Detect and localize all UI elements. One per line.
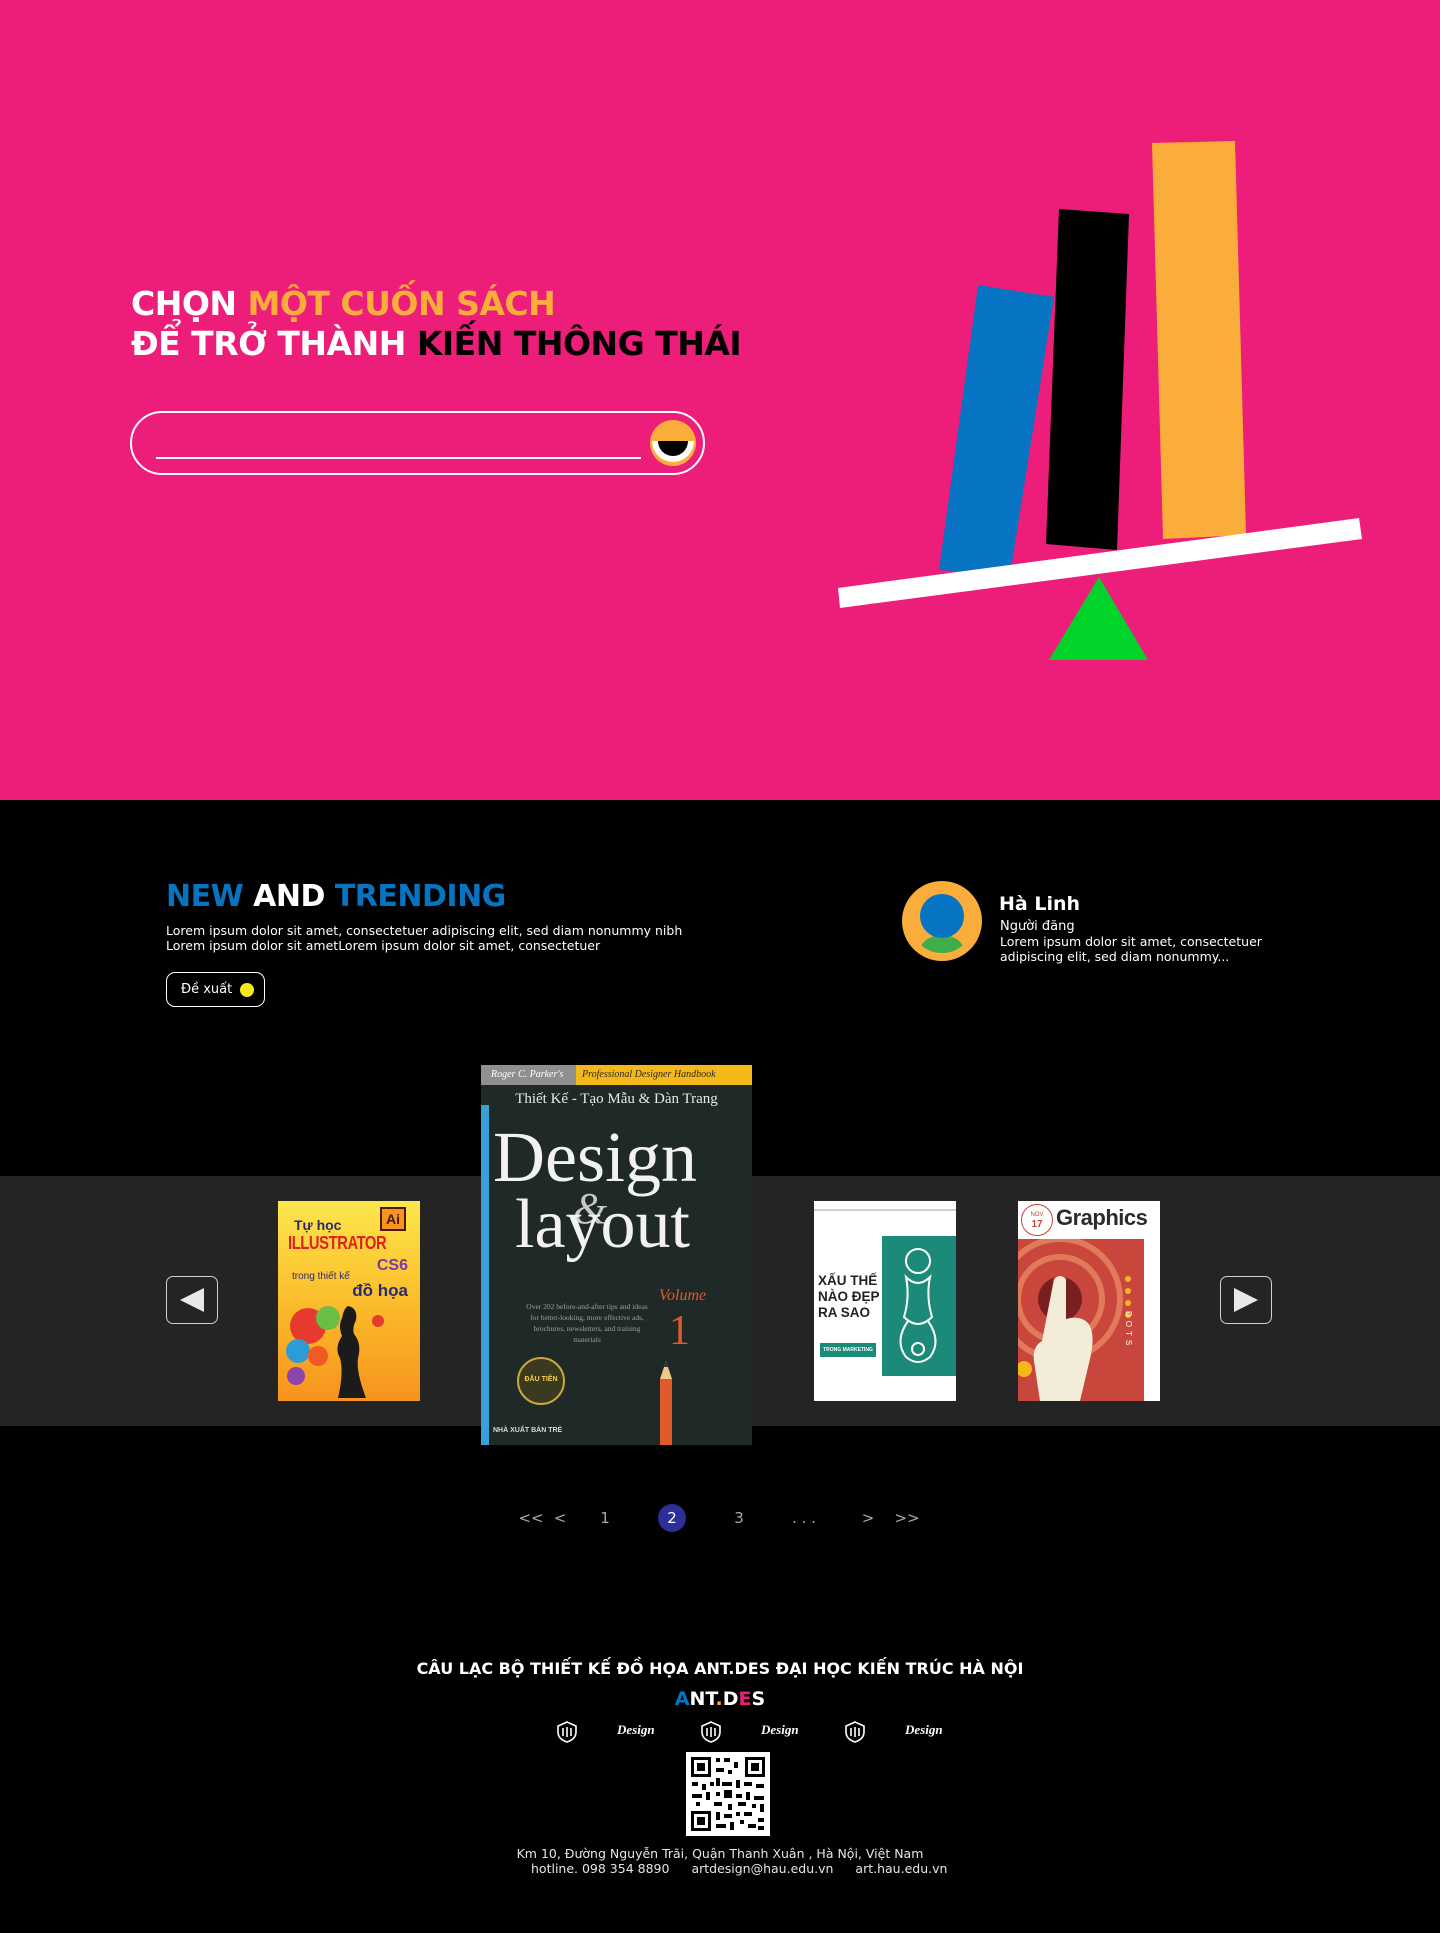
poster-name[interactable]: Hà Linh <box>999 893 1080 915</box>
pagination-page-3[interactable]: 3 <box>730 1504 748 1532</box>
book-cover-xau-the-nao[interactable]: XẤU THẾ NÀO ĐẸP RA SAO TRONG MARKETING <box>814 1201 956 1401</box>
logo-letter: NT <box>689 1688 716 1710</box>
footer-hotline[interactable]: hotline. 098 354 8890 <box>531 1861 669 1876</box>
book-volume-number: 1 <box>669 1308 690 1354</box>
description-line: Lorem ipsum dolor sit amet, consectetuer… <box>166 923 683 938</box>
pagination-first[interactable]: << <box>518 1504 543 1532</box>
book-series: Professional Designer Handbook <box>576 1065 752 1085</box>
book-cover-design-layout[interactable]: Roger C. Parker's Professional Designer … <box>481 1065 752 1445</box>
carousel-prev-button[interactable] <box>166 1276 218 1324</box>
book-text: Tự học <box>294 1217 342 1233</box>
woman-silhouette-illustration <box>286 1306 384 1398</box>
title-word-new: NEW <box>166 879 244 914</box>
triangle-left-icon <box>180 1288 204 1312</box>
logo-letter: E <box>738 1688 752 1710</box>
headline-part: ĐỂ TRỞ THÀNH <box>131 324 406 363</box>
university-emblem-icon <box>557 1721 577 1743</box>
logo-letter: D <box>722 1688 739 1710</box>
design-logo-icon: Design <box>905 1722 943 1737</box>
book-spine-stripe <box>481 1105 489 1445</box>
trending-title: NEW AND TRENDING <box>166 879 506 914</box>
pagination-page-1[interactable]: 1 <box>596 1504 614 1532</box>
book-volume-label: Volume <box>659 1287 707 1304</box>
footer-contacts: hotline. 098 354 8890 artdesign@hau.edu.… <box>531 1861 965 1876</box>
design-logo-icon: Design <box>761 1722 799 1737</box>
partner-logos: Design Design Design <box>555 1720 955 1746</box>
pagination-prev[interactable]: < <box>552 1504 568 1532</box>
poster-avatar[interactable] <box>902 881 982 961</box>
book-header-rule <box>814 1209 956 1211</box>
footer-email[interactable]: artdesign@hau.edu.vn <box>691 1861 833 1876</box>
fulcrum-triangle-shape <box>1049 577 1148 660</box>
search-bar <box>130 411 705 475</box>
search-underline <box>156 457 641 459</box>
book-title: XẤU THẾ NÀO ĐẸP RA SAO <box>818 1273 880 1320</box>
suggest-button[interactable]: Đề xuất <box>166 972 265 1007</box>
book-text: CS6 <box>376 1257 408 1274</box>
headline-part: CHỌN <box>131 284 237 323</box>
antdes-logo[interactable]: ANT.DES <box>0 1688 1440 1710</box>
triangle-right-icon <box>1234 1288 1258 1312</box>
poster-role: Người đăng <box>1000 919 1075 934</box>
book-text: trong thiết kế <box>292 1271 350 1282</box>
yellow-dot-icon <box>240 983 254 997</box>
hero-section: CHỌN MỘT CUỐN SÁCH ĐỂ TRỞ THÀNH KIẾN THÔ… <box>0 0 1440 800</box>
qr-code-icon[interactable] <box>686 1752 770 1836</box>
book-cover-illustrator[interactable]: Ai Tự học ILLUSTRATOR CS6 trong thiết kế… <box>278 1201 420 1401</box>
issue-number: 17 <box>1031 1219 1043 1230</box>
book-side-text: DOTS <box>1124 1311 1133 1350</box>
search-button-icon[interactable] <box>649 419 697 467</box>
title-word-trending: TRENDING <box>334 879 506 914</box>
mermaid-logo-illustration <box>899 1248 937 1363</box>
headline-part: MỘT CUỐN SÁCH <box>247 284 556 323</box>
university-emblem-icon <box>701 1721 721 1743</box>
pagination-last[interactable]: >> <box>894 1504 919 1532</box>
description-line: Lorem ipsum dolor sit ametLorem ipsum do… <box>166 938 601 953</box>
trending-description: Lorem ipsum dolor sit amet, consectetuer… <box>166 923 686 953</box>
poster-description: Lorem ipsum dolor sit amet, consectetuer… <box>1000 934 1262 964</box>
book-title: Graphics <box>1056 1205 1148 1230</box>
black-book-shape <box>1046 209 1129 550</box>
title-word-and: AND <box>253 879 325 914</box>
footer-website[interactable]: art.hau.edu.vn <box>855 1861 947 1876</box>
suggest-button-label: Đề xuất <box>181 982 233 997</box>
book-blurb: Over 202 before-and-after tips and ideas… <box>526 1302 648 1344</box>
logo-letter: S <box>751 1688 766 1710</box>
book-subtitle: Thiết Kế - Tạo Mẫu & Dàn Trang <box>515 1091 718 1107</box>
search-input[interactable] <box>156 425 636 455</box>
book-cover-graphics[interactable]: NOV 17 Graphics DOTS <box>1018 1201 1160 1401</box>
pencil-illustration <box>660 1361 672 1445</box>
logo-letter: . <box>715 1688 723 1710</box>
balance-books-illustration <box>838 141 1362 660</box>
book-publisher: NHÀ XUẤT BẢN TRẺ <box>493 1427 563 1434</box>
carousel-next-button[interactable] <box>1220 1276 1272 1324</box>
footer-address: Km 10, Đường Nguyễn Trãi, Quận Thanh Xuâ… <box>516 1846 924 1861</box>
headline-part: KIẾN THÔNG THÁI <box>416 324 742 363</box>
book-tag: TRONG MARKETING <box>820 1343 876 1357</box>
blue-book-shape <box>939 285 1054 575</box>
design-logo-icon: Design <box>617 1722 655 1737</box>
footer-title: CÂU LẠC BỘ THIẾT KẾ ĐỒ HỌA ANT.DES ĐẠI H… <box>416 1659 1024 1678</box>
ai-logo-icon: Ai <box>380 1207 406 1231</box>
orange-book-shape <box>1152 141 1246 539</box>
pagination-page-2[interactable]: 2 <box>658 1504 686 1532</box>
book-text: ILLUSTRATOR <box>288 1233 387 1253</box>
logo-letter: A <box>674 1688 690 1710</box>
university-emblem-icon <box>845 1721 865 1743</box>
award-badge-icon: ĐẦU TIÊN <box>517 1357 565 1405</box>
issue-badge-icon: NOV 17 <box>1021 1204 1053 1236</box>
hero-headline: CHỌN MỘT CUỐN SÁCH ĐỂ TRỞ THÀNH KIẾN THÔ… <box>131 284 742 364</box>
book-author: Roger C. Parker's <box>481 1065 576 1085</box>
book-title-layout: layout <box>515 1186 690 1263</box>
pagination-next[interactable]: > <box>860 1504 876 1532</box>
pagination-ellipsis: . . . <box>792 1509 816 1527</box>
